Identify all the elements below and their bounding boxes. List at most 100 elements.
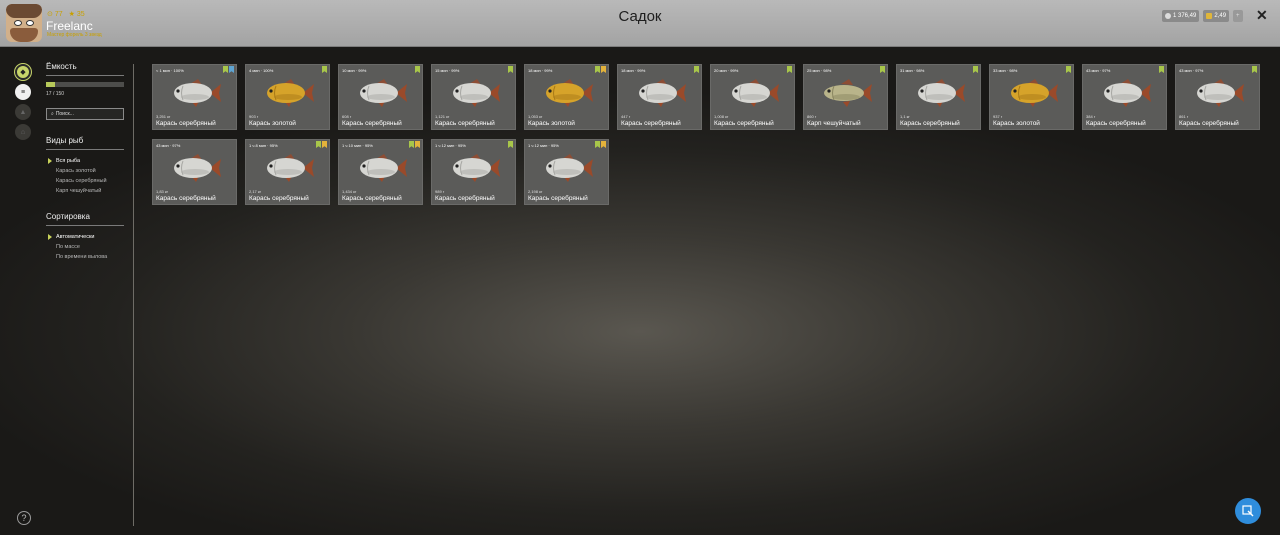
green-bookmark-icon — [787, 66, 792, 73]
sort-option-time[interactable]: По времени вылова — [46, 252, 124, 262]
sort-title: Сортировка — [46, 212, 124, 226]
catch-time: 15 мин · 99% — [435, 68, 460, 73]
fish-card[interactable]: 10 мин · 99% 608 г Карась серебряный — [338, 64, 423, 130]
fish-image — [453, 79, 500, 107]
fish-card[interactable]: 1 ч 12 мин · 95% 2,198 кг Карась серебряны… — [524, 139, 609, 205]
capacity-fill — [46, 82, 55, 87]
fish-weight: 937 г — [993, 114, 1003, 119]
catch-time: 31 мин · 98% — [900, 68, 925, 73]
fish-image — [732, 79, 779, 107]
fish-card[interactable]: 25 мин · 98% 860 г Карп чешуйчатый — [803, 64, 888, 130]
search-input[interactable]: ⌕ Поиск... — [46, 108, 124, 120]
fish-name: Карась золотой — [249, 120, 296, 127]
fish-tags — [1159, 66, 1164, 73]
fish-image — [174, 79, 221, 107]
fish-weight: 384 г — [1086, 114, 1096, 119]
storage-icon[interactable]: ≡ — [15, 84, 31, 100]
gold-coin-icon — [1206, 13, 1213, 19]
fish-name: Карась серебряный — [156, 195, 216, 202]
fish-tags — [973, 66, 978, 73]
share-icon — [1242, 505, 1254, 517]
fish-weight: 1,121 кг — [435, 114, 450, 119]
fish-image — [824, 79, 872, 107]
fish-name: Карась серебряный — [435, 195, 495, 202]
fish-card[interactable]: 20 мин · 99% 1,008 кг Карась серебряный — [710, 64, 795, 130]
fish-weight: 608 г — [342, 114, 352, 119]
fish-image — [1197, 79, 1244, 107]
green-bookmark-icon — [595, 141, 600, 148]
fish-name: Карась серебряный — [714, 120, 774, 127]
fish-name: Карась серебряный — [1179, 120, 1239, 127]
close-icon[interactable]: ✕ — [1256, 7, 1268, 24]
fish-tags — [508, 66, 513, 73]
catch-time: 18 мин · 99% — [621, 68, 646, 73]
fish-weight: 1,1 кг — [900, 114, 910, 119]
fish-card[interactable]: 31 мин · 98% 1,1 кг Карась серебряный — [896, 64, 981, 130]
fish-name: Карась серебряный — [249, 195, 309, 202]
green-bookmark-icon — [508, 141, 513, 148]
fish-weight: 2,198 кг — [528, 189, 543, 194]
fish-tags — [1252, 66, 1257, 73]
fish-grid: < 1 мин · 100% 3,251 кг Карась серебряный 4… — [152, 64, 1262, 205]
fish-image — [360, 154, 407, 182]
species-option-silver-crucian[interactable]: Карась серебряный — [46, 176, 124, 186]
fish-card[interactable]: 43 мин · 97% 861 г Карась серебряный — [1175, 64, 1260, 130]
fish-weight: 1,434 кг — [342, 189, 357, 194]
fish-card[interactable]: 1 ч 10 мин · 95% 1,434 кг Карась серебряны… — [338, 139, 423, 205]
fish-image — [546, 154, 593, 182]
player-subtitle: Мастер форель 3 звезд — [47, 32, 102, 38]
species-option-carp[interactable]: Карп чешуйчатый — [46, 186, 124, 196]
keepnet-icon[interactable]: ◆ — [15, 64, 31, 80]
catch-time: 43 мин · 97% — [1179, 68, 1204, 73]
gold-bookmark-icon — [601, 141, 606, 148]
page-title: Садок — [618, 8, 662, 25]
fish-card[interactable]: 4 мин · 100% 903 г Карась золотой — [245, 64, 330, 130]
alert-icon[interactable]: ▲ — [15, 104, 31, 120]
fish-card[interactable]: < 1 мин · 100% 3,251 кг Карась серебряный — [152, 64, 237, 130]
fish-tags — [316, 141, 327, 148]
share-button[interactable] — [1235, 498, 1261, 524]
fish-tags — [223, 66, 234, 73]
species-option-all[interactable]: Вся рыба — [46, 156, 124, 166]
fish-card[interactable]: 1 ч 12 мин · 95% 989 г Карась серебряный — [431, 139, 516, 205]
fish-image — [267, 154, 314, 182]
green-bookmark-icon — [880, 66, 885, 73]
fish-image — [267, 79, 314, 107]
green-bookmark-icon — [322, 66, 327, 73]
fish-name: Карась золотой — [528, 120, 575, 127]
fish-name: Карась серебряный — [342, 195, 402, 202]
silver-balance: 1 376,49 — [1162, 10, 1200, 22]
fish-card[interactable]: 33 мин · 98% 937 г Карась золотой — [989, 64, 1074, 130]
fish-weight: 1,053 кг — [528, 114, 543, 119]
fish-image — [1011, 79, 1058, 107]
catch-time: 43 мин · 97% — [156, 143, 181, 148]
sidebar-divider — [133, 64, 134, 526]
fish-tags — [595, 66, 606, 73]
left-rail: ◆ ≡ ▲ ⌂ — [15, 64, 33, 144]
fish-card[interactable]: 18 мин · 99% 1,053 кг Карась золотой — [524, 64, 609, 130]
fish-card[interactable]: 15 мин · 99% 1,121 кг Карась серебряный — [431, 64, 516, 130]
help-icon[interactable]: ? — [17, 511, 31, 525]
green-bookmark-icon — [316, 141, 321, 148]
catch-time: 33 мин · 98% — [993, 68, 1018, 73]
fish-weight: 1,83 кг — [156, 189, 169, 194]
fish-card[interactable]: 43 мин · 97% 1,83 кг Карась серебряный — [152, 139, 237, 205]
sort-option-weight[interactable]: По массе — [46, 242, 124, 252]
catch-time: 25 мин · 98% — [807, 68, 832, 73]
sidebar: Ёмкость 17 / 150 ⌕ Поиск... Виды рыб Вся… — [46, 62, 124, 262]
capacity-bar — [46, 82, 124, 87]
sort-option-auto[interactable]: Автоматически — [46, 232, 124, 242]
gold-balance: 2,49 — [1203, 10, 1230, 22]
fish-weight: 447 г — [621, 114, 631, 119]
home-icon[interactable]: ⌂ — [15, 124, 31, 140]
fish-card[interactable]: 1 ч 8 мин · 95% 2,17 кг Карась серебряный — [245, 139, 330, 205]
fish-image — [360, 79, 407, 107]
add-currency-button[interactable]: + — [1233, 10, 1243, 22]
fish-name: Карась серебряный — [900, 120, 960, 127]
species-option-gold-crucian[interactable]: Карась золотой — [46, 166, 124, 176]
gold-bookmark-icon — [322, 141, 327, 148]
fish-tags — [1066, 66, 1071, 73]
fish-card[interactable]: 18 мин · 99% 447 г Карась серебряный — [617, 64, 702, 130]
fish-name: Карась серебряный — [528, 195, 588, 202]
fish-card[interactable]: 43 мин · 97% 384 г Карась серебряный — [1082, 64, 1167, 130]
